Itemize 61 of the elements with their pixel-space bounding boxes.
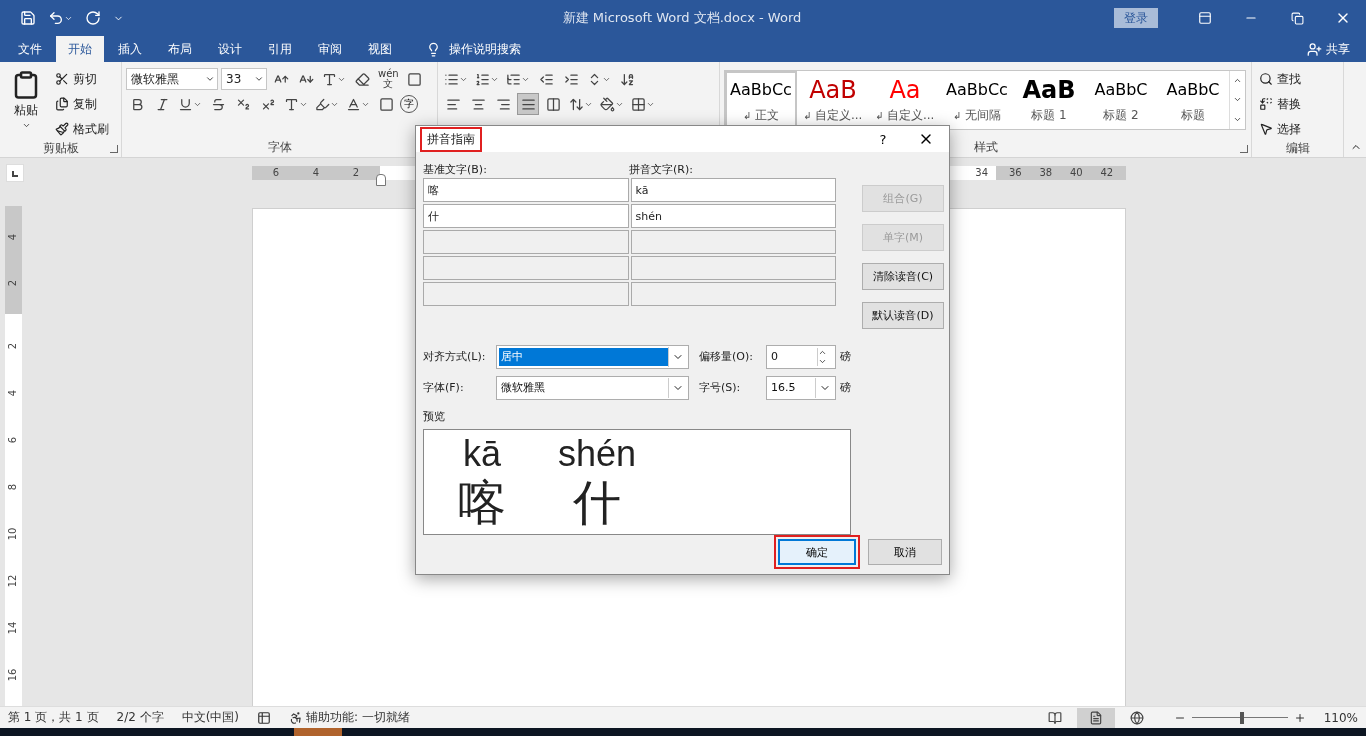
font-select[interactable]: 微软雅黑: [496, 375, 689, 400]
zoom-level[interactable]: 110%: [1323, 710, 1358, 725]
language: 中文(中国): [181, 709, 240, 726]
size-label: 字号(S):: [699, 380, 742, 395]
paragraph-mark: ↲: [743, 110, 752, 121]
ribbon-tab[interactable]: 文件: [6, 36, 54, 62]
unit-label: 磅: [840, 349, 851, 364]
ribbon-tab[interactable]: 引用: [256, 36, 304, 62]
base-text-field[interactable]: 什: [423, 204, 629, 228]
preview-ruby: shén: [558, 434, 637, 474]
alignment-label: 对齐方式(L):: [423, 349, 487, 364]
preview-label: 预览: [423, 409, 446, 425]
paragraph-mark: ↲: [875, 110, 884, 121]
window-title: 新建 Microsoft Word 文档.docx - Word: [561, 9, 803, 27]
ribbon-tab[interactable]: 设计: [206, 36, 254, 62]
font-label: 字体(F):: [423, 380, 465, 395]
preview-base: 喀: [458, 474, 506, 530]
preview-ruby: kā: [463, 434, 501, 474]
clipboard-action-button[interactable]: 格式刷: [52, 118, 112, 140]
share-button[interactable]: 共享: [1301, 36, 1356, 62]
ribbon-tab[interactable]: 视图: [356, 36, 404, 62]
base-text-field[interactable]: 喀: [423, 178, 629, 202]
paragraph-mark: ↲: [953, 110, 962, 121]
alignment-select[interactable]: 居中: [496, 344, 689, 369]
offset-field[interactable]: 0: [766, 344, 836, 369]
phonetic-guide-button[interactable]: wén 文: [376, 69, 401, 89]
size-select[interactable]: 16.5: [766, 375, 836, 400]
ribbon-tab[interactable]: 插入: [106, 36, 154, 62]
dialog-button[interactable]: 清除读音(C): [862, 263, 944, 290]
vertical-ruler: 4 2 2 4 6 8 10 12 14 16: [5, 206, 22, 706]
ruby-text-field[interactable]: kā: [630, 178, 836, 202]
group-label: 剪贴板: [42, 140, 79, 157]
dialog-title: 拼音指南: [420, 126, 482, 152]
tell-me-button[interactable]: 操作说明搜索: [420, 36, 527, 62]
font-size-field[interactable]: 33: [221, 68, 267, 90]
sign-in-button[interactable]: 登录: [1114, 8, 1158, 28]
dialog-button[interactable]: 默认读音(D): [862, 302, 944, 329]
word-count: 2/2 个字: [116, 709, 164, 726]
ok-button[interactable]: 确定: [778, 539, 856, 565]
preview-base: 什: [573, 474, 622, 530]
ribbon-tab[interactable]: 审阅: [306, 36, 354, 62]
group-label: 编辑: [1285, 140, 1310, 157]
page-count: 第 1 页，共 1 页: [8, 709, 99, 726]
paste-button[interactable]: 粘贴: [4, 68, 48, 140]
cancel-button[interactable]: 取消: [868, 539, 942, 565]
font-name-field[interactable]: 微软雅黑: [126, 68, 218, 90]
editing-button[interactable]: 选择: [1256, 118, 1304, 140]
offset-label: 偏移量(O):: [699, 349, 754, 364]
ribbon-tab[interactable]: 布局: [156, 36, 204, 62]
paragraph-mark: ↲: [803, 110, 812, 121]
editing-button[interactable]: 替换: [1256, 93, 1304, 115]
ruby-text-field[interactable]: shén: [630, 204, 836, 228]
group-label: 样式: [973, 139, 998, 156]
accessibility-status[interactable]: 辅助功能: 一切就绪: [289, 709, 410, 726]
clipboard-action-button[interactable]: 剪切: [52, 68, 112, 90]
editing-button[interactable]: 查找: [1256, 68, 1304, 90]
ribbon-tab[interactable]: 开始: [56, 36, 104, 62]
clipboard-action-button[interactable]: 复制: [52, 93, 112, 115]
help-button[interactable]: ?: [863, 130, 903, 148]
unit-label: 磅: [840, 380, 851, 395]
group-label: 字体: [267, 139, 292, 156]
